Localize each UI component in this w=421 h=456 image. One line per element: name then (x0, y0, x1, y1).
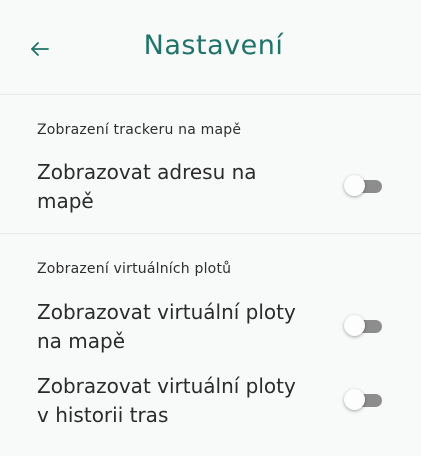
setting-label: Zobrazovat virtuální ploty v historii tr… (37, 374, 296, 427)
setting-label: Zobrazovat virtuální ploty na mapě (37, 300, 296, 353)
toggle-thumb (344, 315, 365, 336)
section-divider (0, 233, 421, 234)
section-label-tracker-display: Zobrazení trackeru na mapě (37, 122, 242, 138)
toggle-thumb (344, 389, 365, 410)
setting-row-fences-in-history[interactable]: Zobrazovat virtuální ploty v historii tr… (0, 372, 421, 436)
settings-screen: Nastavení Zobrazení trackeru na mapě Zob… (0, 0, 421, 456)
toggle-thumb (344, 175, 365, 196)
app-header: Nastavení (0, 0, 421, 94)
page-title: Nastavení (143, 30, 284, 61)
show-address-toggle[interactable] (344, 175, 384, 197)
fences-on-map-toggle[interactable] (344, 315, 384, 337)
setting-label: Zobrazovat adresu na mapě (37, 160, 257, 213)
fences-in-history-toggle[interactable] (344, 389, 384, 411)
setting-row-show-address[interactable]: Zobrazovat adresu na mapě (0, 158, 421, 222)
setting-row-fences-on-map[interactable]: Zobrazovat virtuální ploty na mapě (0, 298, 421, 362)
section-label-virtual-fences: Zobrazení virtuálních plotů (37, 261, 232, 277)
header-divider (0, 94, 421, 95)
